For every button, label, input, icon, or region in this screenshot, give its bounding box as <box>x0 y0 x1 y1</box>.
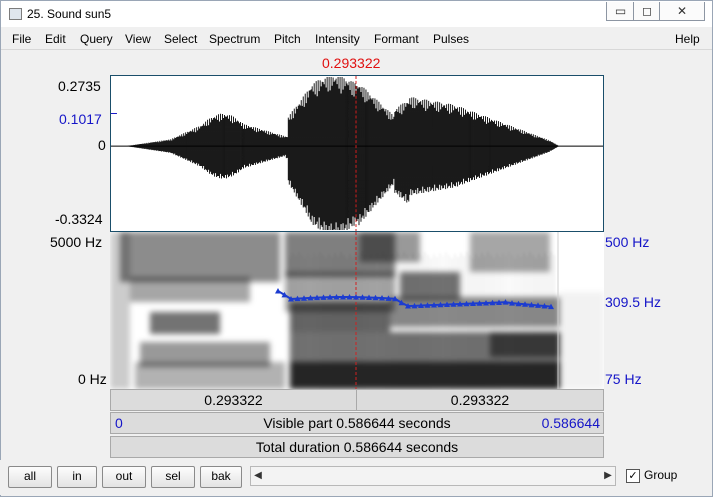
group-label: Group <box>644 468 678 482</box>
menu-file[interactable]: File <box>12 32 31 46</box>
visible-end-time: 0.586644 <box>541 415 600 431</box>
zoom-in-button[interactable]: in <box>57 466 97 488</box>
menu-edit[interactable]: Edit <box>45 32 66 46</box>
window-title: 25. Sound sun5 <box>27 7 112 21</box>
cursor-time-label: 0.293322 <box>322 55 381 71</box>
pitch-top-label: 500 Hz <box>605 234 650 250</box>
zoom-back-button[interactable]: bak <box>200 466 242 488</box>
menu-pitch[interactable]: Pitch <box>274 32 301 46</box>
close-button[interactable]: ✕ <box>659 2 705 21</box>
zoom-out-button[interactable]: out <box>102 466 146 488</box>
menu-view[interactable]: View <box>125 32 151 46</box>
spectrogram-bottom-label: 0 Hz <box>78 371 107 387</box>
spectrogram-top-label: 5000 Hz <box>50 234 103 250</box>
pitch-cursor-label: 309.5 Hz <box>605 294 662 310</box>
close-icon: ✕ <box>676 4 688 18</box>
waveform-max-label: 0.2735 <box>58 78 101 94</box>
checkmark-icon: ✓ <box>628 470 638 482</box>
menu-query[interactable]: Query <box>80 32 113 46</box>
maximize-button[interactable]: ◻ <box>633 2 661 21</box>
menu-formant[interactable]: Formant <box>374 32 419 46</box>
maximize-icon: ◻ <box>642 4 652 18</box>
total-duration-bar[interactable]: Total duration 0.586644 seconds <box>110 436 604 458</box>
right-segment-duration: 0.293322 <box>450 392 510 408</box>
menu-help[interactable]: Help <box>675 32 700 46</box>
visible-part-label: Visible part 0.586644 seconds <box>263 415 451 431</box>
group-checkbox[interactable]: ✓ <box>626 469 640 483</box>
menu-intensity[interactable]: Intensity <box>315 32 360 46</box>
total-duration-label: Total duration 0.586644 seconds <box>255 439 459 455</box>
spectrogram-blob <box>110 232 130 389</box>
spectrogram-blob <box>400 272 460 300</box>
menu-pulses[interactable]: Pulses <box>433 32 469 46</box>
pitch-bottom-label: 75 Hz <box>605 371 642 387</box>
minimize-icon: ▭ <box>614 4 627 18</box>
scroll-left-icon[interactable]: ◀ <box>251 467 265 485</box>
horizontal-scrollbar[interactable]: ◀ ▶ <box>250 466 616 486</box>
bottom-toolbar: all in out sel bak ◀ ▶ ✓ Group <box>0 460 711 495</box>
scroll-right-icon[interactable]: ▶ <box>601 467 615 485</box>
title-bar[interactable]: 25. Sound sun5 ▭ ◻ ✕ <box>1 1 712 27</box>
left-segment-bar[interactable]: 0.293322 <box>110 389 357 411</box>
waveform-zero-label: 0 <box>98 137 106 153</box>
visible-start-time: 0 <box>115 415 123 431</box>
minimize-button[interactable]: ▭ <box>606 2 635 21</box>
waveform-min-label: -0.3324 <box>55 211 103 227</box>
visible-part-bar[interactable]: 0 Visible part 0.586644 seconds 0.586644 <box>110 412 604 434</box>
spectrogram-blob <box>560 292 604 389</box>
spectrogram-blob <box>120 232 280 282</box>
waveform-panel[interactable] <box>110 75 604 232</box>
window-icon <box>9 8 22 20</box>
spectrogram-blob <box>130 277 250 302</box>
waveform-signal <box>126 76 559 231</box>
spectrogram-blob <box>150 312 220 334</box>
zoom-all-button[interactable]: all <box>8 466 52 488</box>
spectrogram-panel[interactable] <box>110 232 604 389</box>
waveform-cursor-value: 0.1017 <box>59 111 102 127</box>
menu-spectrum[interactable]: Spectrum <box>209 32 260 46</box>
zoom-selection-button[interactable]: sel <box>151 466 195 488</box>
spectrogram-blob <box>135 362 285 389</box>
left-segment-duration: 0.293322 <box>204 392 263 408</box>
right-segment-bar[interactable]: 0.293322 <box>356 389 604 411</box>
waveform-trace <box>126 76 559 231</box>
spectrogram-blob <box>360 232 420 262</box>
menu-select[interactable]: Select <box>164 32 197 46</box>
menu-bar: File Edit Query View Select Spectrum Pit… <box>1 29 712 50</box>
